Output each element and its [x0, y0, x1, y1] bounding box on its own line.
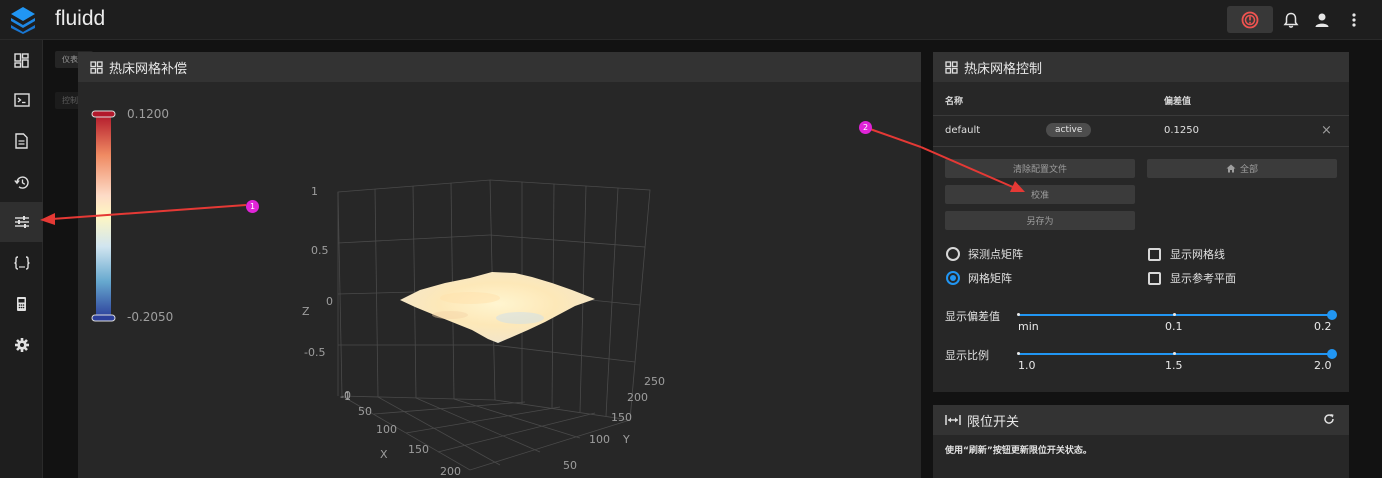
- x-tick: 100: [376, 423, 397, 436]
- arrow-expand-horizontal-icon: [945, 414, 961, 426]
- slider-tick: [1017, 313, 1020, 316]
- scale-min-handle[interactable]: [91, 314, 116, 322]
- scale-max-handle[interactable]: [91, 110, 116, 118]
- variance-slider-label: 显示偏差值: [945, 310, 1000, 323]
- column-header-name: 名称: [945, 97, 964, 107]
- endstops-message: 使用“刷新”按钮更新限位开关状态。: [945, 446, 1092, 456]
- home-all-label: 全部: [1239, 165, 1258, 175]
- mesh-plot[interactable]: [0, 0, 921, 478]
- bed-mesh-control-card: 热床网格控制 名称 偏差值 default active 0.1250 × 清除…: [933, 52, 1349, 392]
- slider-tick-label: 0.2: [1314, 320, 1332, 333]
- bell-icon: [1283, 12, 1299, 28]
- refresh-icon: [1324, 414, 1334, 424]
- scale-min-label: -0.2050: [127, 310, 174, 324]
- emergency-stop-button[interactable]: [1227, 6, 1273, 33]
- bed-mesh-control-title: 热床网格控制: [964, 61, 1043, 77]
- scale-slider-label: 显示比例: [945, 349, 989, 362]
- more-menu-button[interactable]: [1343, 9, 1365, 31]
- annotation-arrow-2: [921, 146, 1025, 192]
- radio-button-selected[interactable]: [946, 271, 960, 285]
- slider-tick-label: 0.1: [1165, 320, 1183, 333]
- radio-label: 探测点矩阵: [968, 248, 1023, 261]
- radio-label: 网格矩阵: [968, 272, 1012, 285]
- profile-variance: 0.1250: [1164, 125, 1199, 136]
- y-tick: 250: [644, 375, 665, 388]
- annotation-arrow-1: [40, 204, 247, 225]
- account-button[interactable]: [1311, 9, 1333, 31]
- bed-mesh-control-header: 热床网格控制: [933, 52, 1349, 82]
- y-tick: 100: [589, 433, 610, 446]
- y-tick: 150: [611, 411, 632, 424]
- emergency-stop-icon: [1241, 11, 1259, 28]
- x-tick: 50: [358, 405, 372, 418]
- endstops-card: 限位开关 使用“刷新”按钮更新限位开关状态。: [933, 405, 1349, 478]
- endstops-card-title: 限位开关: [967, 414, 1020, 430]
- slider-tick-label: 2.0: [1314, 359, 1332, 372]
- z-tick: 0: [326, 295, 333, 308]
- refresh-button[interactable]: [1323, 413, 1335, 429]
- status-badge: active: [1046, 123, 1092, 137]
- radio-probed-matrix[interactable]: 探测点矩阵: [946, 246, 1023, 262]
- remove-profile-button[interactable]: ×: [1321, 123, 1332, 138]
- x-tick: 0: [344, 389, 351, 402]
- bed-mesh-card: 热床网格补偿 0.1200 -0.2050 1 0.5 0 -0.5 -1 Z …: [40, 52, 921, 478]
- checkbox[interactable]: [1148, 271, 1161, 285]
- z-tick: 1: [311, 185, 318, 198]
- notifications-button[interactable]: [1280, 9, 1302, 31]
- endstops-card-header: 限位开关: [933, 405, 1349, 435]
- x-tick: 150: [408, 443, 429, 456]
- slider-tick: [1017, 352, 1020, 355]
- radio-mesh-matrix[interactable]: 网格矩阵: [946, 270, 1012, 286]
- y-tick: 200: [627, 391, 648, 404]
- checkbox-wireframe[interactable]: 显示网格线: [1148, 246, 1225, 262]
- checkbox[interactable]: [1148, 247, 1161, 261]
- slider-tick: [1173, 352, 1176, 355]
- y-axis-label: Y: [623, 433, 630, 446]
- mesh-surface[interactable]: [400, 272, 595, 343]
- slider-tick-label: 1.5: [1165, 359, 1183, 372]
- account-icon: [1315, 13, 1329, 27]
- radio-button[interactable]: [946, 247, 960, 261]
- x-tick: 200: [440, 465, 461, 478]
- home-all-button[interactable]: 全部: [1147, 159, 1337, 178]
- slider-tick: [1173, 313, 1176, 316]
- annotation-arrow-2-part: [869, 128, 921, 148]
- scale-max-label: 0.1200: [127, 107, 169, 121]
- divider: [933, 115, 1349, 116]
- column-header-variance: 偏差值: [1164, 97, 1192, 107]
- annotation-marker-1: 1: [246, 200, 259, 213]
- scale-slider-thumb[interactable]: [1327, 349, 1337, 359]
- more-vertical-icon: [1352, 13, 1356, 27]
- save-as-button[interactable]: 另存为: [945, 211, 1135, 230]
- x-axis-label: X: [380, 448, 388, 461]
- checkbox-label: 显示参考平面: [1170, 272, 1236, 285]
- annotation-marker-2: 2: [859, 121, 872, 134]
- app-root: fluidd 仪表板 控制台 热床网格补偿 0.1200 -0.2050 1 0…: [0, 0, 1382, 478]
- variance-slider-thumb[interactable]: [1327, 310, 1337, 320]
- z-tick: -0.5: [304, 346, 326, 359]
- y-tick: 50: [563, 459, 577, 472]
- home-icon: [1226, 164, 1236, 173]
- z-tick: 0.5: [311, 244, 329, 257]
- checkbox-label: 显示网格线: [1170, 248, 1225, 261]
- checkbox-flat-surface[interactable]: 显示参考平面: [1148, 270, 1236, 286]
- slider-tick-label: min: [1018, 320, 1039, 333]
- grid-icon: [945, 60, 958, 74]
- slider-tick-label: 1.0: [1018, 359, 1036, 372]
- z-axis-label: Z: [302, 305, 310, 318]
